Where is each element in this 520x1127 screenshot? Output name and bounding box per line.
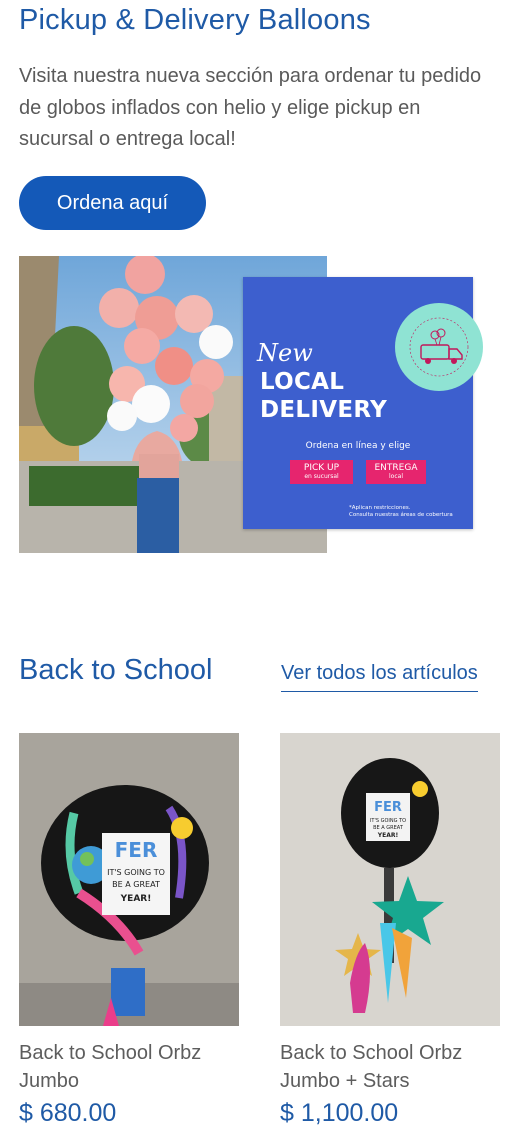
fine-print-line-2: Consulta nuestras áreas de cobertura <box>349 512 453 518</box>
delivery-sublabel: local <box>389 473 403 480</box>
pickup-pill: PICK UP en sucursal <box>290 460 353 484</box>
balloon-message-2: BE A GREAT <box>373 825 404 831</box>
promo-new-label: New <box>257 339 313 367</box>
section-title-back-to-school: Back to School <box>19 654 213 686</box>
pickup-sublabel: en sucursal <box>304 473 339 480</box>
view-all-link[interactable]: Ver todos los artículos <box>281 662 478 692</box>
balloon-name-text: FER <box>115 838 158 862</box>
balloon-message-1: IT'S GOING TO <box>107 868 165 877</box>
product-image[interactable]: FER IT'S GOING TO BE A GREAT YEAR! <box>19 733 239 1026</box>
balloon-message-3: YEAR! <box>377 832 398 839</box>
product-price: $ 680.00 <box>19 1099 117 1127</box>
product-card[interactable]: FER IT'S GOING TO BE A GREAT YEAR! Back … <box>19 733 239 1127</box>
page-title: Pickup & Delivery Balloons <box>19 4 371 36</box>
promo-headline-local: LOCAL <box>260 369 345 395</box>
product-name[interactable]: Back to School Orbz Jumbo <box>19 1039 239 1095</box>
balloon-message-3: YEAR! <box>120 894 152 904</box>
product-image[interactable]: FER IT'S GOING TO BE A GREAT YEAR! <box>280 733 500 1026</box>
product-price: $ 1,100.00 <box>280 1099 399 1127</box>
balloon-message-1: IT'S GOING TO <box>370 818 406 824</box>
product-name[interactable]: Back to School Orbz Jumbo + Stars <box>280 1039 500 1095</box>
delivery-pill: ENTREGA local <box>366 460 426 484</box>
product-card[interactable]: FER IT'S GOING TO BE A GREAT YEAR! Back … <box>280 733 500 1127</box>
pickup-label: PICK UP <box>303 463 340 473</box>
order-here-button[interactable]: Ordena aquí <box>19 176 206 230</box>
fine-print-line-1: *Aplican restricciones. <box>349 505 411 511</box>
promo-fine-print: *Aplican restricciones. Consulta nuestra… <box>349 505 453 519</box>
intro-text: Visita nuestra nueva sección para ordena… <box>19 65 482 150</box>
delivery-label: ENTREGA <box>374 463 418 473</box>
promo-subtitle: Ordena en línea y elige <box>305 441 411 451</box>
local-delivery-promo: New LOCAL DELIVERY Ordena en línea y eli… <box>243 277 483 529</box>
balloon-name-text: FER <box>374 800 402 815</box>
delivery-hero-banner[interactable]: New LOCAL DELIVERY Ordena en línea y eli… <box>19 256 483 553</box>
promo-headline-delivery: DELIVERY <box>260 397 388 423</box>
delivery-van-badge-icon <box>395 303 483 391</box>
balloon-message-2: BE A GREAT <box>112 880 160 889</box>
